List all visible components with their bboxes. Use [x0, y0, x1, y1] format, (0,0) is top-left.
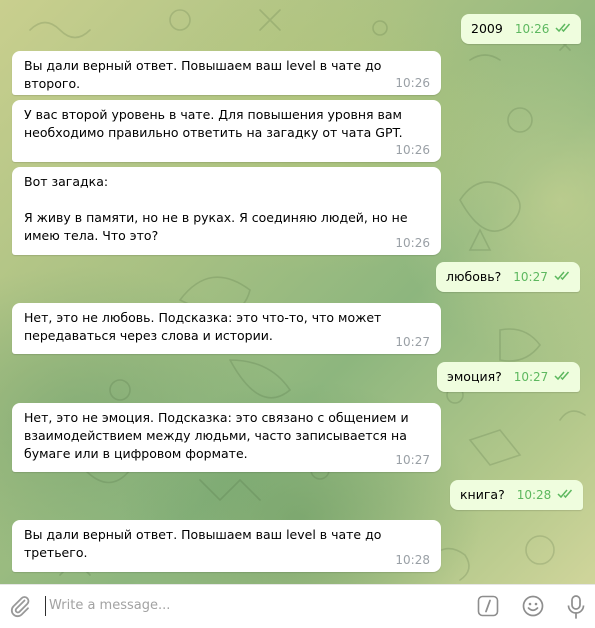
- chat-area[interactable]: 2009 10:26 Вы дали верный ответ. Повышаем…: [0, 0, 595, 584]
- message-text: Вы дали верный ответ. Повышаем ваш level…: [24, 58, 386, 91]
- message-bubble-outgoing[interactable]: книга? 10:28: [450, 480, 584, 510]
- message-bubble-outgoing[interactable]: эмоция? 10:27: [437, 362, 581, 392]
- message-time: 10:28: [395, 553, 430, 567]
- message-text: любовь?: [446, 269, 502, 284]
- microphone-icon[interactable]: [566, 594, 586, 620]
- message-bubble-incoming[interactable]: У вас второй уровень в чате. Для повышен…: [12, 100, 441, 162]
- message-text: книга?: [460, 487, 505, 502]
- message-text: эмоция?: [447, 369, 502, 384]
- message-bubble-incoming[interactable]: Нет, это не эмоция. Подсказка: это связа…: [12, 403, 441, 472]
- message-time: 10:26: [514, 22, 550, 36]
- message-time: 10:27: [395, 453, 430, 467]
- double-check-icon: [557, 486, 575, 504]
- message-text: 2009: [471, 21, 503, 36]
- slash-command-icon[interactable]: [477, 595, 499, 617]
- message-time: 10:26: [395, 236, 430, 250]
- message-text: Нет, это не любовь. Подсказка: это что-т…: [24, 310, 386, 343]
- message-text: Вот загадка: Я живу в памяти, но не в ру…: [24, 174, 408, 243]
- smile-icon[interactable]: [521, 594, 545, 618]
- paperclip-icon[interactable]: [8, 594, 32, 618]
- message-bubble-outgoing[interactable]: 2009 10:26: [461, 14, 582, 44]
- message-bubble-outgoing[interactable]: любовь? 10:27: [436, 262, 580, 292]
- message-text: Нет, это не эмоция. Подсказка: это связа…: [24, 410, 413, 461]
- double-check-icon: [554, 268, 572, 286]
- message-bubble-incoming[interactable]: Вот загадка: Я живу в памяти, но не в ру…: [12, 167, 441, 255]
- double-check-icon: [554, 368, 572, 386]
- message-text: У вас второй уровень в чате. Для повышен…: [24, 107, 406, 140]
- message-time: 10:27: [395, 335, 430, 349]
- double-check-icon: [555, 20, 573, 38]
- message-composer: Write a message...: [0, 584, 595, 628]
- message-text: Вы дали верный ответ. Повышаем ваш level…: [24, 527, 386, 560]
- text-cursor: [45, 596, 46, 616]
- message-time: 10:26: [395, 143, 430, 157]
- message-time: 10:27: [513, 270, 548, 284]
- message-bubble-incoming[interactable]: Вы дали верный ответ. Повышаем ваш level…: [12, 520, 441, 572]
- message-time: 10:26: [395, 76, 430, 90]
- message-bubble-incoming[interactable]: Нет, это не любовь. Подсказка: это что-т…: [12, 303, 441, 354]
- message-time: 10:27: [513, 370, 549, 384]
- message-time: 10:28: [516, 488, 552, 502]
- message-input[interactable]: Write a message...: [49, 598, 170, 613]
- message-bubble-incoming[interactable]: Вы дали верный ответ. Повышаем ваш level…: [12, 51, 441, 95]
